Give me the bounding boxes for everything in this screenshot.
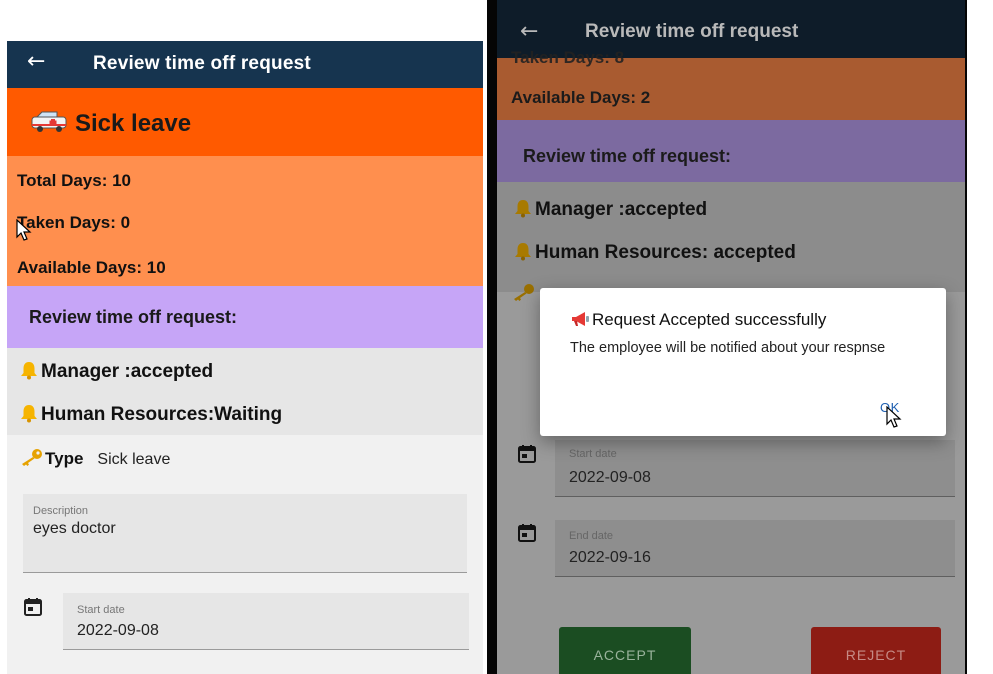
calendar-icon: [518, 524, 536, 542]
start-date-value: 2022-09-08: [77, 622, 159, 639]
mouse-cursor-icon: [16, 219, 32, 241]
hr-status: Human Resources:Waiting: [19, 403, 282, 426]
bell-icon: [515, 243, 531, 261]
calendar-icon: [518, 445, 536, 463]
key-icon: [514, 284, 534, 301]
available-days: Available Days: 2: [511, 88, 651, 107]
back-arrow-icon[interactable]: ←: [520, 21, 538, 43]
key-icon: [22, 449, 42, 466]
megaphone-icon: [572, 312, 589, 326]
approval-status-box: Manager :accepted Human Resources: accep…: [497, 182, 965, 292]
dialog-message: The employee will be notified about your…: [570, 340, 886, 356]
description-value: eyes doctor: [33, 520, 116, 537]
reject-button[interactable]: REJECT: [811, 627, 941, 674]
right-phone-screenshot: ← Review time off request Taken Days: 8 …: [483, 0, 993, 674]
calendar-icon: [24, 598, 42, 616]
manager-status: Manager :accepted: [513, 198, 707, 221]
end-date-field[interactable]: End date 2022-09-16: [555, 520, 955, 577]
start-date-field[interactable]: Start date 2022-09-08: [63, 593, 469, 650]
dimmed-screen: ← Review time off request Taken Days: 8 …: [497, 0, 965, 674]
end-date-value: 2022-09-16: [569, 549, 651, 566]
dialog-title-text: Request Accepted successfully: [592, 310, 827, 329]
approval-status-box: Manager :accepted Human Resources:Waitin…: [7, 348, 483, 435]
type-value: Sick leave: [97, 451, 171, 468]
success-dialog: Request Accepted successfully The employ…: [540, 288, 946, 436]
review-section-title: Review time off request:: [523, 146, 732, 166]
description-field[interactable]: Description eyes doctor: [23, 494, 467, 573]
leave-title: Sick leave: [75, 110, 192, 137]
review-section-header: Review time off request:: [7, 286, 483, 348]
leave-type-header: Sick leave: [7, 88, 483, 156]
days-summary: Taken Days: 8 Available Days: 2: [497, 48, 965, 120]
manager-status-text: Manager :accepted: [41, 361, 214, 382]
bell-icon: [21, 362, 37, 380]
start-date-value: 2022-09-08: [569, 469, 651, 486]
review-section-header: Review time off request:: [497, 120, 965, 182]
taken-days: Taken Days: 8: [511, 48, 625, 67]
back-arrow-icon[interactable]: ←: [27, 51, 45, 73]
review-section-title: Review time off request:: [29, 307, 238, 327]
days-summary: Total Days: 10 Taken Days: 0 Available D…: [7, 156, 483, 286]
app-bar-title: Review time off request: [93, 53, 311, 74]
hr-status-text: Human Resources: accepted: [535, 242, 796, 263]
type-label: Type: [45, 449, 84, 468]
start-date-field[interactable]: Start date 2022-09-08: [555, 440, 955, 497]
description-label: Description: [33, 505, 89, 517]
ambulance-icon: [31, 111, 67, 132]
app-bar-title: Review time off request: [585, 21, 799, 42]
accept-button[interactable]: ACCEPT: [559, 627, 691, 674]
manager-status: Manager :accepted: [19, 360, 213, 383]
end-date-label: End date: [569, 530, 614, 542]
total-days: Total Days: 10: [17, 171, 132, 190]
available-days: Available Days: 10: [17, 258, 166, 277]
app-bar: ← Review time off request: [7, 41, 483, 88]
start-date-label: Start date: [77, 604, 125, 616]
hr-status: Human Resources: accepted: [513, 241, 796, 264]
type-row: Type Sick leave: [19, 448, 170, 469]
start-date-label: Start date: [569, 448, 617, 460]
mouse-cursor-icon: [886, 406, 902, 428]
manager-status-text: Manager :accepted: [535, 199, 708, 220]
bell-icon: [21, 405, 37, 423]
bell-icon: [515, 200, 531, 218]
left-phone-screen: ← Review time off request Sick leave Tot…: [7, 41, 483, 674]
phone-frame: ← Review time off request Taken Days: 8 …: [487, 0, 967, 674]
dialog-title: Request Accepted successfully: [570, 310, 826, 330]
hr-status-text: Human Resources:Waiting: [41, 404, 283, 425]
